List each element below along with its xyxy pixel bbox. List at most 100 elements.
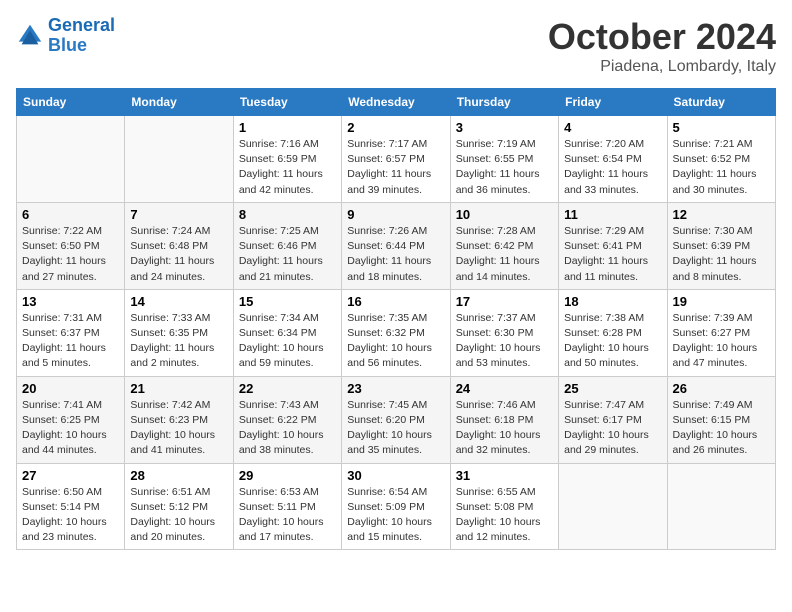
day-info: Sunrise: 6:55 AMSunset: 5:08 PMDaylight:…: [456, 485, 553, 546]
weekday-header: Saturday: [667, 89, 775, 116]
calendar-cell: 21Sunrise: 7:42 AMSunset: 6:23 PMDayligh…: [125, 376, 233, 463]
day-number: 6: [22, 207, 119, 222]
calendar-cell: 4Sunrise: 7:20 AMSunset: 6:54 PMDaylight…: [559, 116, 667, 203]
day-number: 19: [673, 294, 770, 309]
day-info: Sunrise: 7:33 AMSunset: 6:35 PMDaylight:…: [130, 311, 227, 372]
calendar-cell: 17 Sunrise: 7:37 AMSunset: 6:30 PMDayligh…: [450, 289, 558, 376]
calendar-cell: 23 Sunrise: 7:45 AMSunset: 6:20 PMDayligh…: [342, 376, 450, 463]
calendar-cell: 26 Sunrise: 7:49 AMSunset: 6:15 PMDayligh…: [667, 376, 775, 463]
day-number: 20: [22, 381, 119, 396]
day-info: Sunrise: 7:42 AMSunset: 6:23 PMDaylight:…: [130, 398, 227, 459]
day-number: 28: [130, 468, 227, 483]
day-number: 24: [456, 381, 553, 396]
day-info: Sunrise: 7:31 AMSunset: 6:37 PMDaylight:…: [22, 311, 119, 372]
calendar-cell: 27 Sunrise: 6:50 AMSunset: 5:14 PMDayligh…: [17, 463, 125, 550]
day-number: 18: [564, 294, 661, 309]
calendar-cell: 5Sunrise: 7:21 AMSunset: 6:52 PMDaylight…: [667, 116, 775, 203]
day-info: Sunrise: 7:19 AMSunset: 6:55 PMDaylight:…: [456, 137, 553, 198]
calendar-cell: 28 Sunrise: 6:51 AMSunset: 5:12 PMDayligh…: [125, 463, 233, 550]
day-number: 22: [239, 381, 336, 396]
calendar-cell: 8Sunrise: 7:25 AMSunset: 6:46 PMDaylight…: [233, 202, 341, 289]
calendar-cell: 29 Sunrise: 6:53 AMSunset: 5:11 PMDayligh…: [233, 463, 341, 550]
calendar-week-row: 20 Sunrise: 7:41 AMSunset: 6:25 PMDayligh…: [17, 376, 776, 463]
calendar-cell: 22 Sunrise: 7:43 AMSunset: 6:22 PMDayligh…: [233, 376, 341, 463]
calendar-cell: 3 Sunrise: 7:19 AMSunset: 6:55 PMDaylight…: [450, 116, 558, 203]
day-number: 31: [456, 468, 553, 483]
calendar-cell: 15Sunrise: 7:34 AMSunset: 6:34 PMDayligh…: [233, 289, 341, 376]
day-info: Sunrise: 7:38 AMSunset: 6:28 PMDaylight:…: [564, 311, 661, 372]
day-number: 27: [22, 468, 119, 483]
day-number: 9: [347, 207, 444, 222]
day-info: Sunrise: 7:22 AMSunset: 6:50 PMDaylight:…: [22, 224, 119, 285]
day-info: Sunrise: 7:34 AMSunset: 6:34 PMDaylight:…: [239, 311, 336, 372]
calendar-week-row: 27 Sunrise: 6:50 AMSunset: 5:14 PMDayligh…: [17, 463, 776, 550]
day-info: Sunrise: 7:29 AMSunset: 6:41 PMDaylight:…: [564, 224, 661, 285]
day-number: 26: [673, 381, 770, 396]
location: Piadena, Lombardy, Italy: [548, 58, 776, 76]
calendar-cell: 1Sunrise: 7:16 AMSunset: 6:59 PMDaylight…: [233, 116, 341, 203]
weekday-header: Wednesday: [342, 89, 450, 116]
day-number: 25: [564, 381, 661, 396]
logo-icon: [16, 22, 44, 50]
calendar-cell: [125, 116, 233, 203]
weekday-header: Monday: [125, 89, 233, 116]
day-number: 29: [239, 468, 336, 483]
day-info: Sunrise: 7:21 AMSunset: 6:52 PMDaylight:…: [673, 137, 770, 198]
calendar-cell: 24 Sunrise: 7:46 AMSunset: 6:18 PMDayligh…: [450, 376, 558, 463]
day-info: Sunrise: 7:39 AMSunset: 6:27 PMDaylight:…: [673, 311, 770, 372]
calendar-week-row: 13 Sunrise: 7:31 AMSunset: 6:37 PMDayligh…: [17, 289, 776, 376]
calendar-cell: 19 Sunrise: 7:39 AMSunset: 6:27 PMDayligh…: [667, 289, 775, 376]
day-number: 8: [239, 207, 336, 222]
calendar-cell: 30Sunrise: 6:54 AMSunset: 5:09 PMDayligh…: [342, 463, 450, 550]
logo: General Blue: [16, 16, 115, 56]
weekday-header: Friday: [559, 89, 667, 116]
title-block: October 2024 Piadena, Lombardy, Italy: [548, 16, 776, 76]
day-info: Sunrise: 6:53 AMSunset: 5:11 PMDaylight:…: [239, 485, 336, 546]
day-info: Sunrise: 7:26 AMSunset: 6:44 PMDaylight:…: [347, 224, 444, 285]
day-info: Sunrise: 7:41 AMSunset: 6:25 PMDaylight:…: [22, 398, 119, 459]
day-number: 17: [456, 294, 553, 309]
day-number: 7: [130, 207, 227, 222]
day-info: Sunrise: 6:51 AMSunset: 5:12 PMDaylight:…: [130, 485, 227, 546]
day-info: Sunrise: 7:30 AMSunset: 6:39 PMDaylight:…: [673, 224, 770, 285]
day-info: Sunrise: 7:37 AMSunset: 6:30 PMDaylight:…: [456, 311, 553, 372]
logo-text: General Blue: [48, 16, 115, 56]
day-info: Sunrise: 7:47 AMSunset: 6:17 PMDaylight:…: [564, 398, 661, 459]
day-info: Sunrise: 7:24 AMSunset: 6:48 PMDaylight:…: [130, 224, 227, 285]
header: General Blue October 2024 Piadena, Lomba…: [16, 16, 776, 76]
calendar-cell: 20 Sunrise: 7:41 AMSunset: 6:25 PMDayligh…: [17, 376, 125, 463]
calendar-cell: 9 Sunrise: 7:26 AMSunset: 6:44 PMDaylight…: [342, 202, 450, 289]
day-number: 4: [564, 120, 661, 135]
day-number: 16: [347, 294, 444, 309]
weekday-header-row: SundayMondayTuesdayWednesdayThursdayFrid…: [17, 89, 776, 116]
day-number: 13: [22, 294, 119, 309]
day-info: Sunrise: 7:16 AMSunset: 6:59 PMDaylight:…: [239, 137, 336, 198]
day-number: 23: [347, 381, 444, 396]
day-number: 14: [130, 294, 227, 309]
day-info: Sunrise: 7:43 AMSunset: 6:22 PMDaylight:…: [239, 398, 336, 459]
day-info: Sunrise: 7:45 AMSunset: 6:20 PMDaylight:…: [347, 398, 444, 459]
calendar-cell: 12Sunrise: 7:30 AMSunset: 6:39 PMDayligh…: [667, 202, 775, 289]
calendar-cell: 11Sunrise: 7:29 AMSunset: 6:41 PMDayligh…: [559, 202, 667, 289]
calendar-cell: 31 Sunrise: 6:55 AMSunset: 5:08 PMDayligh…: [450, 463, 558, 550]
day-info: Sunrise: 6:50 AMSunset: 5:14 PMDaylight:…: [22, 485, 119, 546]
calendar-cell: 14 Sunrise: 7:33 AMSunset: 6:35 PMDayligh…: [125, 289, 233, 376]
weekday-header: Thursday: [450, 89, 558, 116]
calendar-cell: 18 Sunrise: 7:38 AMSunset: 6:28 PMDayligh…: [559, 289, 667, 376]
calendar-cell: [667, 463, 775, 550]
logo-line2: Blue: [48, 35, 87, 55]
calendar-cell: 7 Sunrise: 7:24 AMSunset: 6:48 PMDaylight…: [125, 202, 233, 289]
calendar-cell: 6 Sunrise: 7:22 AMSunset: 6:50 PMDaylight…: [17, 202, 125, 289]
day-info: Sunrise: 7:46 AMSunset: 6:18 PMDaylight:…: [456, 398, 553, 459]
calendar-cell: 10Sunrise: 7:28 AMSunset: 6:42 PMDayligh…: [450, 202, 558, 289]
calendar-cell: 16Sunrise: 7:35 AMSunset: 6:32 PMDayligh…: [342, 289, 450, 376]
calendar-cell: 25 Sunrise: 7:47 AMSunset: 6:17 PMDayligh…: [559, 376, 667, 463]
day-info: Sunrise: 7:17 AMSunset: 6:57 PMDaylight:…: [347, 137, 444, 198]
weekday-header: Tuesday: [233, 89, 341, 116]
day-info: Sunrise: 7:28 AMSunset: 6:42 PMDaylight:…: [456, 224, 553, 285]
day-info: Sunrise: 6:54 AMSunset: 5:09 PMDaylight:…: [347, 485, 444, 546]
calendar-cell: [17, 116, 125, 203]
calendar-week-row: 1Sunrise: 7:16 AMSunset: 6:59 PMDaylight…: [17, 116, 776, 203]
day-number: 3: [456, 120, 553, 135]
day-info: Sunrise: 7:49 AMSunset: 6:15 PMDaylight:…: [673, 398, 770, 459]
